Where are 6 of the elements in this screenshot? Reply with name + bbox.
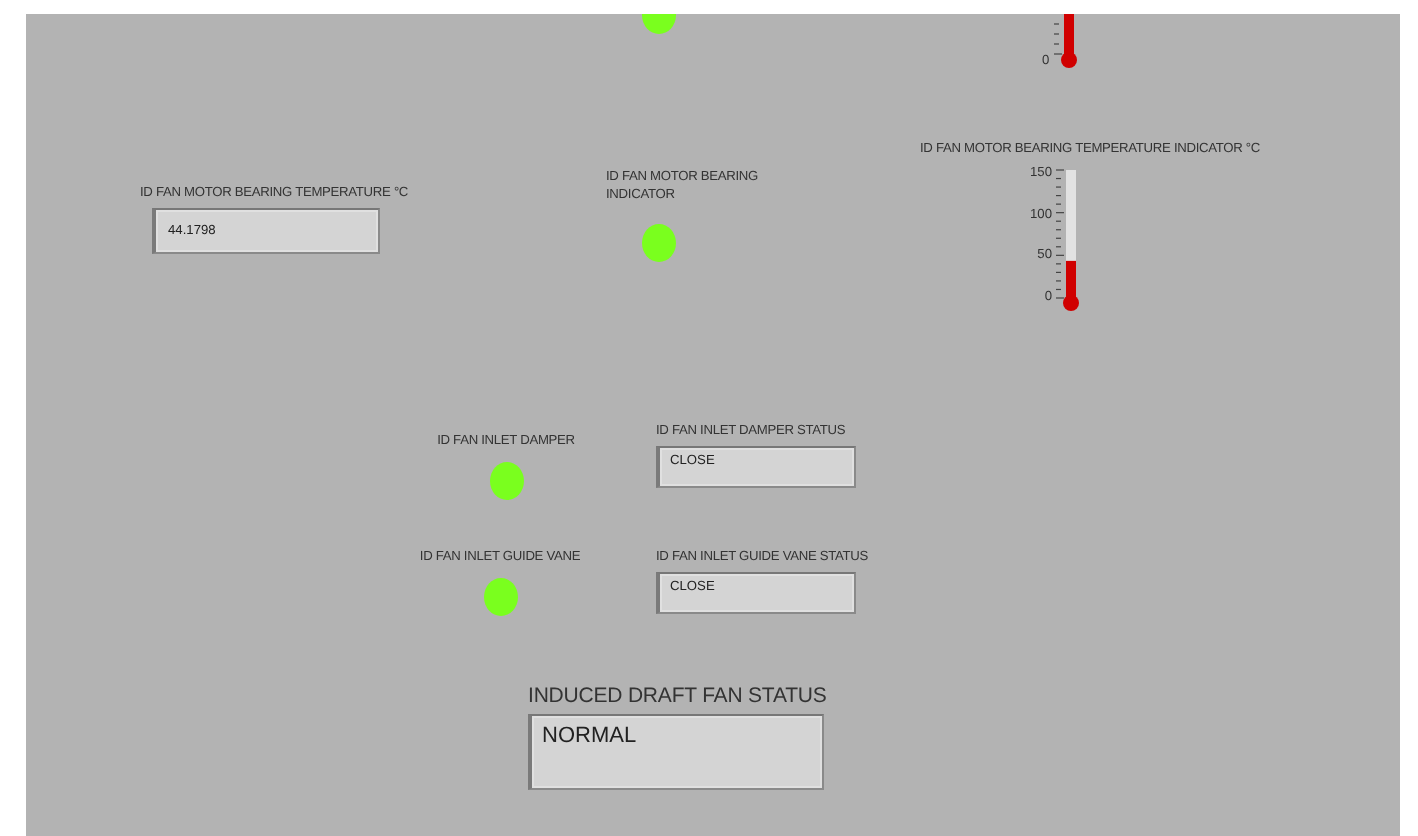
thermometer-gauge [1060, 14, 1077, 68]
thermometer-gauge [1063, 170, 1080, 311]
scale-ticks [1056, 169, 1065, 299]
field-label: INDUCED DRAFT FAN STATUS [528, 684, 824, 708]
scale-ticks [1053, 23, 1062, 55]
status-field: NORMAL [528, 714, 824, 790]
